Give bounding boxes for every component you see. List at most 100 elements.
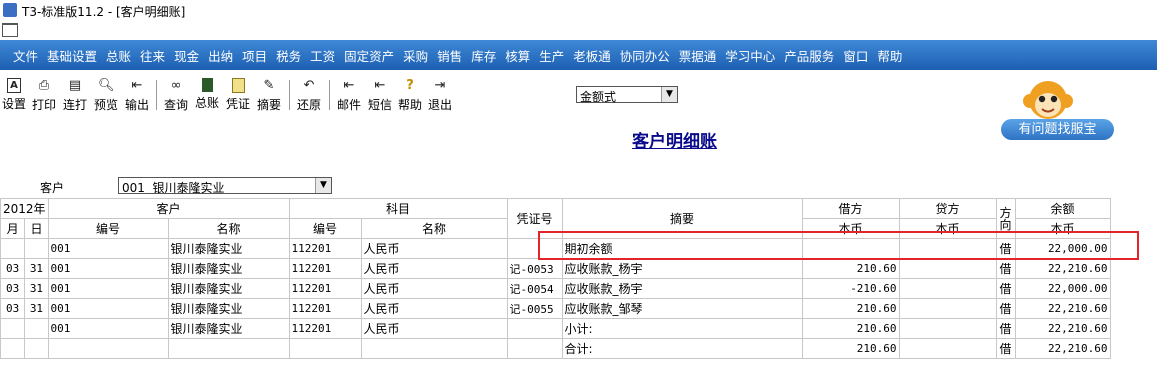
- credit-header: 贷方: [898, 198, 997, 219]
- preview-button[interactable]: 🔍︎ 预览: [92, 78, 120, 112]
- cell-voucher-no[interactable]: 记-0053: [506, 258, 563, 279]
- exit-button[interactable]: ⇥ 退出: [426, 78, 454, 112]
- summary-button[interactable]: ✎ 摘要: [255, 78, 283, 112]
- customer-label: 客户: [40, 181, 65, 195]
- menu-cashier[interactable]: 出纳: [208, 46, 233, 65]
- menu-basic-settings[interactable]: 基础设置: [47, 46, 97, 65]
- menu-cash[interactable]: 现金: [174, 46, 199, 65]
- toolbar-separator: [289, 80, 290, 110]
- printer-icon: ⎙: [38, 78, 50, 93]
- menu-general-ledger[interactable]: 总账: [106, 46, 131, 65]
- exit-label: 退出: [427, 98, 452, 112]
- cell-customer-name: 银川泰隆实业: [167, 238, 290, 259]
- cell-direction: 借: [995, 298, 1016, 319]
- menu-project[interactable]: 项目: [242, 46, 267, 65]
- menu-inventory[interactable]: 库存: [471, 46, 496, 65]
- cell-direction: 借: [995, 338, 1016, 359]
- batch-print-label: 连打: [62, 98, 87, 112]
- help-button[interactable]: ? 帮助: [396, 78, 424, 112]
- menu-boss[interactable]: 老板通: [573, 46, 611, 65]
- debit-header: 借方: [801, 198, 900, 219]
- monkey-mascot-icon[interactable]: [1015, 74, 1081, 124]
- cell-day: 31: [24, 278, 49, 299]
- cell-subject-name: 人民币: [360, 298, 508, 319]
- table-row[interactable]: 001 银川泰隆实业 112201 人民币 期初余额 借 22,000.00: [0, 238, 1111, 259]
- export-icon: ⇤: [131, 78, 143, 93]
- restore-button[interactable]: ↶ 还原: [295, 78, 323, 112]
- voucher-icon: [231, 78, 245, 93]
- cell-credit: [898, 338, 997, 359]
- menu-purchasing[interactable]: 采购: [403, 46, 428, 65]
- preview-label: 预览: [93, 98, 118, 112]
- chevron-down-icon[interactable]: ▼: [661, 87, 677, 102]
- customer-select-value: 001 银川泰隆实业: [122, 181, 225, 195]
- customer-code-header: 编号: [47, 218, 169, 239]
- cell-voucher-no[interactable]: 记-0055: [506, 298, 563, 319]
- menu-bills[interactable]: 票据通: [679, 46, 717, 65]
- menu-help[interactable]: 帮助: [877, 46, 902, 65]
- cell-voucher-no[interactable]: [506, 338, 563, 359]
- cell-voucher-no[interactable]: 记-0054: [506, 278, 563, 299]
- menu-payroll[interactable]: 工资: [310, 46, 335, 65]
- help-bubble-button[interactable]: 有问题找服宝: [1001, 119, 1114, 140]
- cell-summary: 合计:: [561, 338, 803, 359]
- cell-summary: 应收账款_邹琴: [561, 298, 803, 319]
- cell-voucher-no[interactable]: [506, 318, 563, 339]
- cell-subject-code: 112201: [288, 258, 362, 279]
- cell-balance: 22,210.60: [1014, 338, 1111, 359]
- document-icon[interactable]: [2, 23, 18, 37]
- cell-subject-name: 人民币: [360, 238, 508, 259]
- menu-receivables[interactable]: 往来: [140, 46, 165, 65]
- query-label: 查询: [163, 98, 188, 112]
- day-header: 日: [24, 218, 49, 239]
- chevron-down-icon[interactable]: ▼: [315, 178, 331, 193]
- cell-voucher-no[interactable]: [506, 238, 563, 259]
- export-button[interactable]: ⇤ 输出: [123, 78, 151, 112]
- amount-mode-select[interactable]: 金额式 ▼: [576, 86, 678, 104]
- setup-button[interactable]: A 设置: [2, 78, 26, 112]
- menu-product-service[interactable]: 产品服务: [784, 46, 834, 65]
- customer-select[interactable]: 001 银川泰隆实业 ▼: [118, 177, 332, 195]
- mail-icon: ⇤: [343, 78, 355, 93]
- cell-day: 31: [24, 258, 49, 279]
- cell-debit: 210.60: [801, 258, 900, 279]
- cell-subject-code: 112201: [288, 298, 362, 319]
- cell-debit: -210.60: [801, 278, 900, 299]
- mail-button[interactable]: ⇤ 邮件: [335, 78, 363, 112]
- cell-month: [0, 238, 26, 259]
- cell-debit: 210.60: [801, 298, 900, 319]
- batch-print-button[interactable]: ▤ 连打: [61, 78, 89, 112]
- report-title: 客户明细账: [632, 132, 717, 152]
- cell-month: [0, 338, 26, 359]
- help-label: 帮助: [397, 98, 422, 112]
- voucher-button[interactable]: 凭证: [224, 78, 252, 112]
- cell-subject-name: 人民币: [360, 278, 508, 299]
- cell-subject-code: 112201: [288, 238, 362, 259]
- query-button[interactable]: ∞ 查询: [162, 78, 190, 112]
- menu-collaboration[interactable]: 协同办公: [620, 46, 670, 65]
- menu-file[interactable]: 文件: [13, 46, 38, 65]
- menu-fixed-assets[interactable]: 固定资产: [344, 46, 394, 65]
- menu-accounting[interactable]: 核算: [505, 46, 530, 65]
- cell-debit: 210.60: [801, 338, 900, 359]
- table-row[interactable]: 03 31 001 银川泰隆实业 112201 人民币 记-0053 应收账款_…: [0, 258, 1111, 279]
- cell-summary: 小计:: [561, 318, 803, 339]
- sms-button[interactable]: ⇤ 短信: [366, 78, 394, 112]
- menu-production[interactable]: 生产: [539, 46, 564, 65]
- table-row[interactable]: 03 31 001 银川泰隆实业 112201 人民币 记-0054 应收账款_…: [0, 278, 1111, 299]
- menu-sales[interactable]: 销售: [437, 46, 462, 65]
- table-row[interactable]: 03 31 001 银川泰隆实业 112201 人民币 记-0055 应收账款_…: [0, 298, 1111, 319]
- print-button[interactable]: ⎙ 打印: [30, 78, 58, 112]
- summary-icon: ✎: [263, 78, 275, 93]
- setup-label: 设置: [2, 97, 27, 111]
- ledger-label: 总账: [194, 96, 219, 110]
- ledger-button[interactable]: 总账: [193, 78, 221, 112]
- menu-learning[interactable]: 学习中心: [725, 46, 775, 65]
- menu-tax[interactable]: 税务: [276, 46, 301, 65]
- table-row[interactable]: 001 银川泰隆实业 112201 人民币 小计: 210.60 借 22,21…: [0, 318, 1111, 339]
- subject-code-header: 编号: [288, 218, 362, 239]
- title-bar: T3-标准版11.2 - [客户明细账]: [0, 0, 1157, 21]
- table-row[interactable]: 合计: 210.60 借 22,210.60: [0, 338, 1111, 359]
- app-icon: [3, 3, 17, 17]
- menu-window[interactable]: 窗口: [843, 46, 868, 65]
